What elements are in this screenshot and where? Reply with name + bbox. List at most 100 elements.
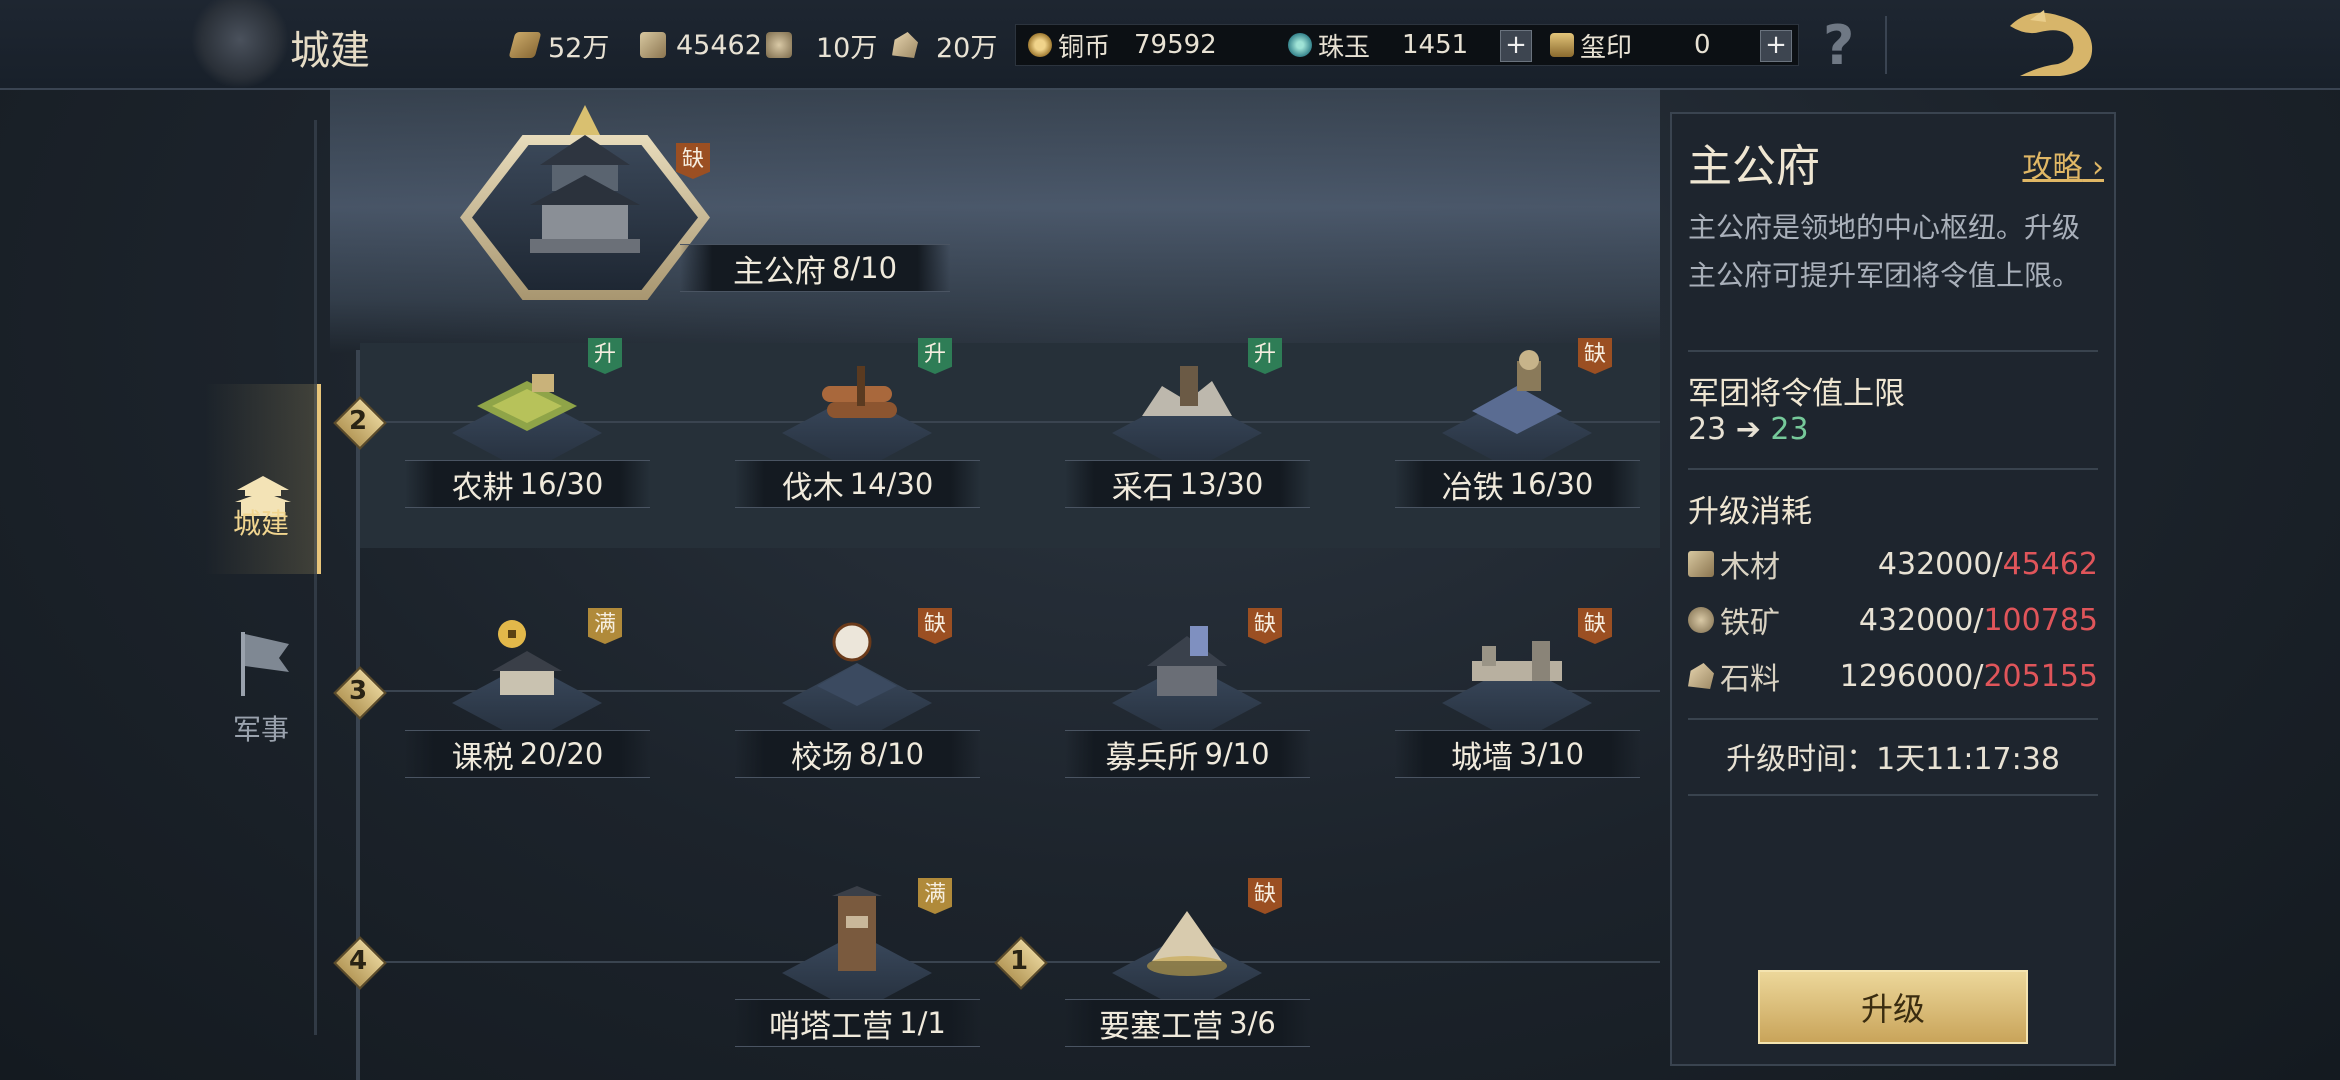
stone-icon [1688,663,1714,689]
watchtower-art [832,886,882,971]
main-hall-name-plate: 主公府 8/10 [680,244,950,292]
farm-level: 16/30 [519,467,604,501]
lumber-tag: 升 [918,338,952,374]
copper-coin-icon [1028,33,1052,57]
jade-label: 珠玉 [1318,32,1371,63]
tab-military-label: 军事 [232,713,289,746]
seal-value: 0 [1694,30,1711,60]
page-title: 城建 [290,28,370,74]
farm-name-plate: 农耕 16/30 [405,460,650,508]
row-4-number: 4 [348,946,368,976]
guide-link[interactable]: 攻略 › [2022,142,2104,186]
cap-from: 23 [1688,412,1727,447]
cost-name: 石料 [1720,662,1780,697]
row-2-number: 2 [348,406,368,436]
cost-row-wood: 木材 432000/45462 [1688,542,2098,586]
seal-add-button[interactable]: + [1760,30,1792,62]
recruit-office-name: 募兵所 [1105,739,1199,776]
city-wall-name: 城墙 [1450,739,1513,776]
grain-value: 52万 [548,32,610,64]
row-4-sub-number: 1 [1009,946,1029,976]
cost-need: 432000/ [1877,546,2003,582]
lumber-name-plate: 伐木 14/30 [735,460,980,508]
lumber-name: 伐木 [781,469,844,506]
tax-name-plate: 课税 20/20 [405,730,650,778]
divider [1688,794,2098,796]
copper-label: 铜币 [1058,32,1111,63]
arrow-right-icon: ➔ [1735,412,1761,447]
cost-row-stone: 石料 1296000/205155 [1688,654,2098,698]
divider [1688,350,2098,352]
tab-military[interactable]: 军事 [205,612,317,802]
time-value: 1天11:17:38 [1876,742,2060,777]
divider [1688,718,2098,720]
drill-ground-name: 校场 [790,739,853,776]
iron-resource[interactable]: 10万 [766,26,877,64]
farm-tag: 升 [588,338,622,374]
quarry-art [1142,366,1232,416]
stone-value: 20万 [936,32,998,64]
smelter-art [1472,350,1562,434]
recruit-office-name-plate: 募兵所 9/10 [1065,730,1310,778]
tax-tag: 满 [588,608,622,644]
cost-have: 45462 [2002,546,2098,582]
fortress-camp-tag: 缺 [1248,878,1282,914]
seal-currency: 玺印 0 [1550,25,1711,65]
fortress-camp-level: 3/6 [1229,1006,1276,1040]
iron-value: 10万 [816,32,878,64]
top-bar: 城建 52万 45462 10万 20万 铜币 79592 珠玉 1451 + … [0,0,2340,90]
stone-icon [892,32,918,58]
cost-name: 铁矿 [1720,606,1780,641]
city-wall-level: 3/10 [1518,737,1585,771]
upgrade-button[interactable]: 升级 [1758,970,2028,1044]
cap-title: 军团将令值上限 [1688,376,1905,412]
watchtower-camp-name-plate: 哨塔工营 1/1 [735,999,980,1047]
copper-currency: 铜币 79592 [1028,25,1217,65]
watchtower-camp-tag: 满 [918,878,952,914]
smelter-name-plate: 冶铁 16/30 [1395,460,1640,508]
tab-city-build-label: 城建 [232,507,289,540]
tax-name: 课税 [451,739,514,776]
watchtower-camp-level: 1/1 [899,1006,946,1040]
help-button[interactable]: ? [1823,14,1854,77]
tab-city-build[interactable]: 城建 [205,384,321,574]
main-hall-building[interactable]: 缺 [460,95,710,310]
upgrade-time: 升级时间：1天11:17:38 [1688,734,2098,778]
smelter-level: 16/30 [1509,467,1594,501]
wood-icon [1688,551,1714,577]
drill-ground-level: 8/10 [858,737,925,771]
quarry-name-plate: 采石 13/30 [1065,460,1310,508]
quarry-level: 13/30 [1179,467,1264,501]
lumber-art [822,366,897,418]
tax-art [492,620,562,695]
stone-resource[interactable]: 20万 [892,26,997,64]
row-3-number: 3 [348,676,368,706]
wood-value: 45462 [676,29,762,61]
quarry-name: 采石 [1111,469,1174,506]
panel-title: 主公府 [1688,141,1820,192]
wood-resource[interactable]: 45462 [640,26,762,64]
divider [1688,468,2098,470]
farm-name: 农耕 [451,469,514,506]
panel-description: 主公府是领地的中心枢纽。升级主公府可提升军团将令值上限。 [1688,211,2081,292]
wood-icon [640,32,666,58]
currency-bar: 铜币 79592 珠玉 1451 + 玺印 0 + [1015,24,1799,66]
cost-need: 432000/ [1858,602,1984,638]
smelter-name: 冶铁 [1441,469,1504,506]
jade-add-button[interactable]: + [1500,30,1532,62]
cost-title: 升级消耗 [1688,494,1812,530]
city-wall-name-plate: 城墙 3/10 [1395,730,1640,778]
copper-value: 79592 [1134,30,1217,60]
cost-have: 205155 [1983,658,2098,694]
drill-ground-name-plate: 校场 8/10 [735,730,980,778]
seal-label: 玺印 [1580,32,1633,63]
lumber-level: 14/30 [849,467,934,501]
grain-resource[interactable]: 52万 [508,26,610,64]
dragon-logo-icon[interactable] [2000,6,2100,82]
cost-have: 100785 [1983,602,2098,638]
divider [1885,16,1887,74]
cost-row-iron: 铁矿 432000/100785 [1688,598,2098,642]
watchtower-camp-name: 哨塔工营 [769,1008,894,1045]
fortress-camp-name-plate: 要塞工营 3/6 [1065,999,1310,1047]
fortress-camp-name: 要塞工营 [1099,1008,1224,1045]
